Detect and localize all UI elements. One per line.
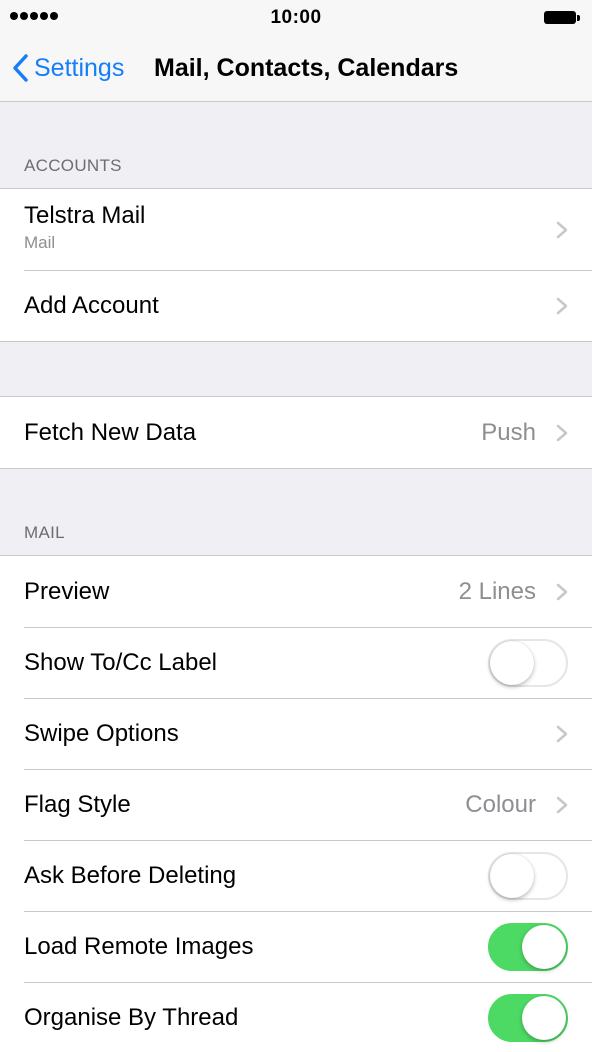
show-to-cc-label-toggle[interactable]: [488, 638, 568, 687]
load-remote-images-toggle[interactable]: [488, 922, 568, 971]
chevron-right-icon: [556, 424, 568, 442]
chevron-right-icon: [556, 583, 568, 601]
toggle-knob: [490, 640, 534, 685]
row-label: Load Remote Images: [24, 933, 254, 960]
fetch-new-data-row[interactable]: Fetch New Data Push: [0, 397, 592, 468]
flag-style-row[interactable]: Flag Style Colour: [0, 769, 592, 840]
section-header-accounts: ACCOUNTS: [24, 156, 122, 175]
ask-before-deleting-toggle[interactable]: [488, 851, 568, 900]
back-button[interactable]: Settings: [12, 52, 124, 84]
organise-by-thread-row: Organise By Thread: [0, 982, 592, 1052]
row-label: Ask Before Deleting: [24, 862, 237, 889]
toggle-knob: [522, 924, 566, 969]
chevron-right-icon: [556, 725, 568, 743]
mail-group: Preview 2 Lines Show To/Cc Label Swipe O…: [0, 555, 592, 1052]
row-label: Preview: [24, 578, 110, 605]
preview-row[interactable]: Preview 2 Lines: [0, 556, 592, 627]
chevron-right-icon: [556, 796, 568, 814]
chevron-left-icon: [12, 54, 28, 82]
status-time: 10:00: [270, 7, 322, 28]
show-to-cc-label-row: Show To/Cc Label: [0, 627, 592, 698]
page-title: Mail, Contacts, Calendars: [154, 54, 459, 82]
chevron-right-icon: [556, 221, 568, 239]
row-label: Telstra Mail: [24, 202, 146, 229]
swipe-options-row[interactable]: Swipe Options: [0, 698, 592, 769]
battery-icon: [544, 11, 580, 24]
status-bar: 10:00: [0, 0, 592, 40]
row-value: Push: [481, 419, 536, 446]
accounts-group: Telstra Mail Mail Add Account: [0, 188, 592, 342]
row-value: 2 Lines: [458, 578, 536, 605]
account-row-telstra-mail[interactable]: Telstra Mail Mail: [0, 189, 592, 270]
row-subtitle: Mail: [24, 233, 56, 252]
fetch-group: Fetch New Data Push: [0, 396, 592, 469]
row-value: Colour: [465, 791, 536, 818]
row-label: Organise By Thread: [24, 1004, 239, 1031]
row-label: Swipe Options: [24, 720, 179, 747]
row-label: Fetch New Data: [24, 419, 197, 446]
toggle-knob: [522, 995, 566, 1040]
toggle-knob: [490, 853, 534, 898]
row-label: Flag Style: [24, 791, 131, 818]
chevron-right-icon: [556, 297, 568, 315]
back-button-label: Settings: [34, 53, 125, 82]
row-label: Show To/Cc Label: [24, 649, 218, 676]
add-account-row[interactable]: Add Account: [0, 270, 592, 341]
navigation-bar: Settings Mail, Contacts, Calendars: [0, 40, 592, 102]
load-remote-images-row: Load Remote Images: [0, 911, 592, 982]
organise-by-thread-toggle[interactable]: [488, 993, 568, 1042]
row-label: Add Account: [24, 292, 159, 319]
ask-before-deleting-row: Ask Before Deleting: [0, 840, 592, 911]
section-header-mail: MAIL: [24, 523, 65, 542]
